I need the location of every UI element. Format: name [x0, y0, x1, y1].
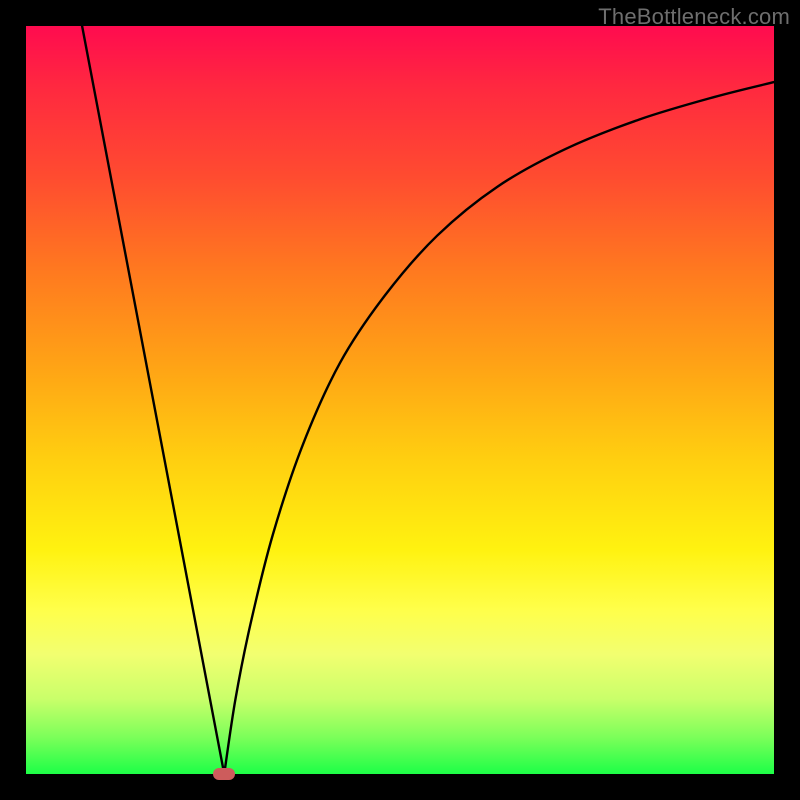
chart-frame: TheBottleneck.com: [0, 0, 800, 800]
chart-curve: [26, 26, 774, 774]
watermark-text: TheBottleneck.com: [598, 4, 790, 30]
chart-minimum-marker: [213, 768, 235, 780]
chart-plot-area: [26, 26, 774, 774]
